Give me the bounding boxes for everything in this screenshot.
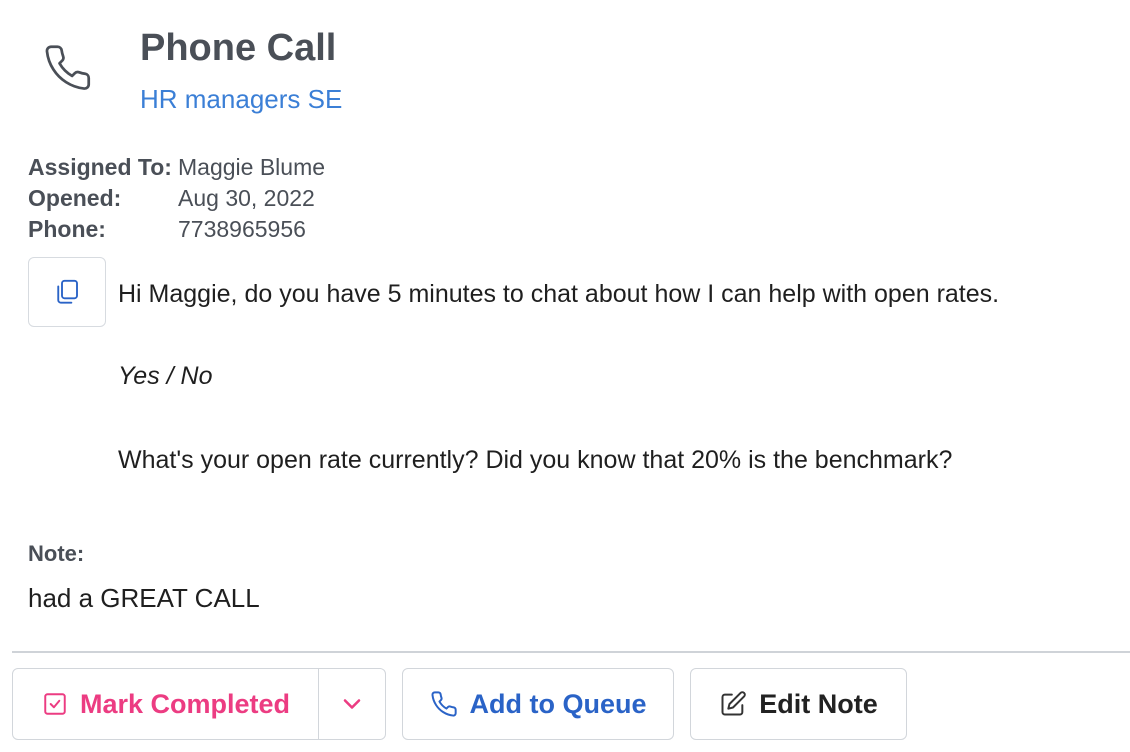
phone-icon [40,40,96,96]
copy-script-button[interactable] [28,257,106,327]
add-to-queue-label: Add to Queue [469,688,647,719]
phone-icon [430,691,457,717]
add-to-queue-button[interactable]: Add to Queue [402,668,674,740]
script-line-1: Hi Maggie, do you have 5 minutes to chat… [118,280,1000,308]
phone-value: 7738965956 [178,216,306,242]
edit-note-label: Edit Note [759,688,878,719]
chevron-down-icon [343,699,361,709]
script-line-3: What's your open rate currently? Did you… [118,446,953,474]
detail-label: Opened: [28,185,122,211]
copy-icon [57,279,78,304]
opened-value: Aug 30, 2022 [178,185,315,211]
detail-label: Phone: [28,216,106,242]
mark-completed-dropdown[interactable] [318,668,386,740]
phone-call-panel: Phone Call HR managers SE Assigned To: M… [0,0,1130,752]
script-line-2: Yes / No [118,362,213,390]
mark-completed-button[interactable]: Mark Completed [12,668,320,740]
divider [12,651,1130,653]
edit-note-button[interactable]: Edit Note [690,668,907,740]
detail-row-opened: Opened: Aug 30, 2022 [28,183,325,214]
pencil-square-icon [721,691,746,716]
note-text: had a GREAT CALL [28,583,260,613]
assigned-to-value: Maggie Blume [178,154,326,180]
detail-label: Assigned To: [28,154,172,180]
note-label: Note: [28,541,85,566]
call-script: Hi Maggie, do you have 5 minutes to chat… [118,278,999,476]
detail-row-phone: Phone: 7738965956 [28,214,325,245]
page-title: Phone Call [140,27,337,69]
mark-completed-label: Mark Completed [79,688,291,719]
campaign-link[interactable]: HR managers SE [140,84,342,114]
detail-row-assigned: Assigned To: Maggie Blume [28,152,325,183]
checkbox-check-icon [44,693,66,715]
call-details: Assigned To: Maggie Blume Opened: Aug 30… [28,152,325,245]
